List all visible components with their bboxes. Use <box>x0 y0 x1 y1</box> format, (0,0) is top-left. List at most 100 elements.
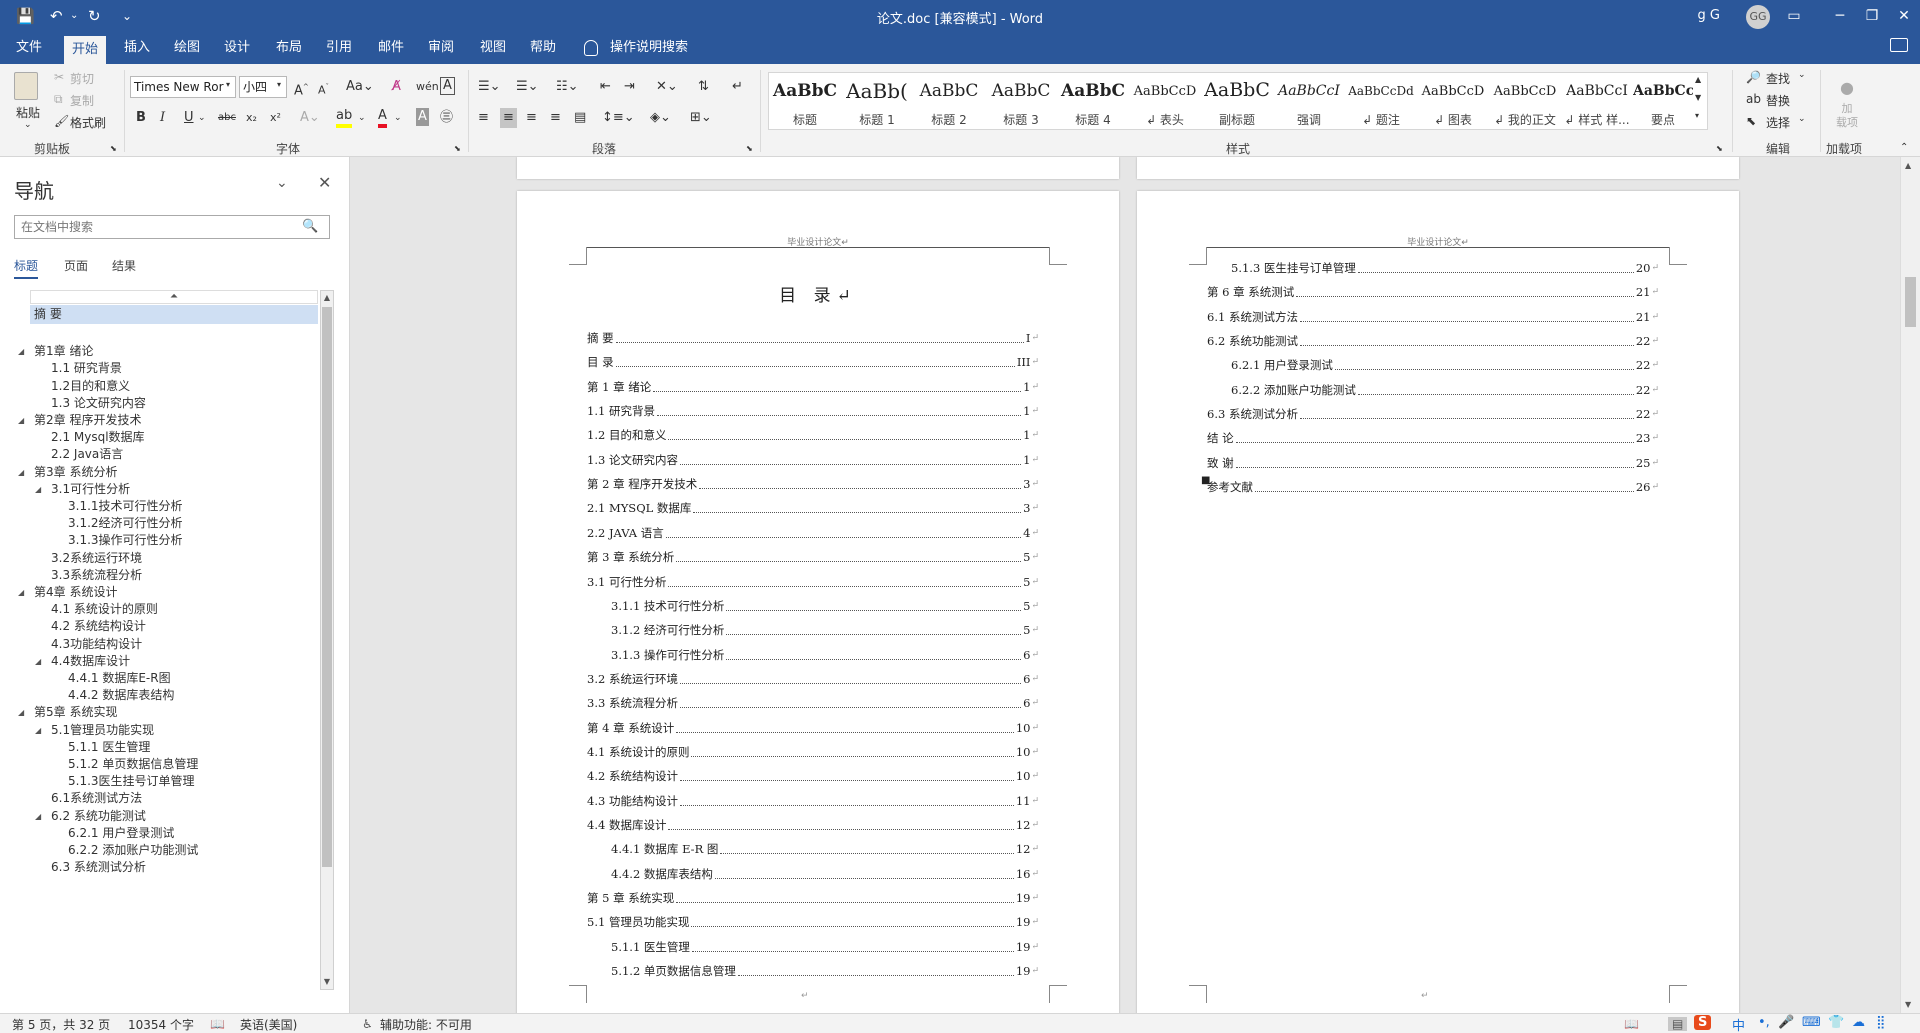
chinese-layout-icon[interactable]: ✕⌄ <box>656 77 678 97</box>
clipboard-launcher-icon[interactable]: ⬊ <box>110 144 117 153</box>
toc-entry[interactable]: 6.3 系统测试分析 22 ↵ <box>1207 405 1659 424</box>
expand-collapse-icon[interactable]: ◢ <box>18 583 24 602</box>
page-right[interactable]: 毕业设计论文↵ 5.1.3 医生挂号订单管理 20 ↵ 第 6 章 系统测试 21 ↵ 6.… <box>1137 191 1739 1013</box>
grow-font-icon[interactable]: A^ <box>294 77 309 98</box>
replace-button[interactable]: 替换 <box>1766 92 1790 109</box>
style-item[interactable]: AaBbCcD ↲ 图表 <box>1417 73 1489 131</box>
microphone-icon[interactable]: 🎤 <box>1778 1015 1794 1030</box>
accessibility-icon[interactable]: ♿ <box>362 1017 373 1031</box>
style-item[interactable]: AaBbCcl 要点 <box>1633 73 1693 131</box>
borders-icon[interactable]: ⊞⌄ <box>690 108 712 128</box>
shrink-font-icon[interactable]: Aˇ <box>318 77 329 97</box>
style-item[interactable]: AaBb( 标题 1 <box>841 73 913 131</box>
tell-me-search[interactable]: 操作说明搜索 <box>610 32 688 64</box>
ime-menu-icon[interactable]: ⣿ <box>1876 1015 1886 1030</box>
ime-chinese-icon[interactable]: 中 <box>1732 1015 1745 1033</box>
toc-entry[interactable]: 6.2.1 用户登录测试 22 ↵ <box>1231 356 1659 375</box>
nav-heading-item[interactable]: 3.1.3操作可行性分析 <box>16 531 318 550</box>
nav-heading-item[interactable]: ◢ 第3章 系统分析 <box>16 463 318 482</box>
toc-entry[interactable]: 3.2 系统运行环境 6 ↵ <box>587 670 1039 689</box>
page-count[interactable]: 第 5 页，共 32 页 <box>12 1016 110 1033</box>
nav-scrollbar[interactable]: ▲ ▼ <box>320 290 334 990</box>
font-name-box[interactable]: Times New Ror <box>130 76 236 98</box>
toc-entry[interactable]: 3.3 系统流程分析 6 ↵ <box>587 694 1039 713</box>
accessibility-status[interactable]: 辅助功能: 不可用 <box>380 1016 472 1033</box>
nav-tab-pages[interactable]: 页面 <box>64 257 88 274</box>
toc-entry[interactable]: 6.2.2 添加账户功能测试 22 ↵ <box>1231 381 1659 400</box>
select-dropdown-icon[interactable]: ⌄ <box>1798 114 1806 124</box>
toc-entry[interactable]: 第 5 章 系统实现 19 ↵ <box>587 889 1039 908</box>
distributed-icon[interactable]: ▤ <box>574 108 586 128</box>
toc-entry[interactable]: 3.1.1 技术可行性分析 5 ↵ <box>611 597 1039 616</box>
nav-heading-item[interactable]: 3.1.1技术可行性分析 <box>16 497 318 516</box>
nav-options-icon[interactable]: ⌄ <box>276 175 288 191</box>
paste-icon[interactable] <box>14 72 38 100</box>
nav-heading-item[interactable]: 3.3系统流程分析 <box>16 566 318 585</box>
toc-entry[interactable]: 5.1.1 医生管理 19 ↵ <box>611 938 1039 957</box>
toc-entry[interactable]: 1.2 目的和意义 1 ↵ <box>587 426 1039 445</box>
user-name[interactable]: g G <box>1698 8 1720 23</box>
ime-logo-icon[interactable]: S <box>1694 1015 1712 1030</box>
toc-entry[interactable]: 第 4 章 系统设计 10 ↵ <box>587 719 1039 738</box>
nav-heading-item[interactable]: 4.3功能结构设计 <box>16 635 318 654</box>
nav-heading-item[interactable]: 4.1 系统设计的原则 <box>16 600 318 619</box>
minimize-icon[interactable]: ─ <box>1826 4 1854 28</box>
subscript-icon[interactable]: x₂ <box>246 108 257 128</box>
nav-heading-item[interactable]: ◢ 5.1管理员功能实现 <box>16 721 318 740</box>
style-item[interactable]: AaBbC 副标题 <box>1201 73 1273 131</box>
nav-search-input[interactable]: 在文档中搜索 <box>14 215 330 239</box>
expand-collapse-icon[interactable]: ◢ <box>18 703 24 722</box>
toc-entry[interactable]: 第 2 章 程序开发技术 3 ↵ <box>587 475 1039 494</box>
multilevel-list-icon[interactable]: ☷⌄ <box>556 77 579 97</box>
cloud-icon[interactable]: ☁ <box>1852 1015 1865 1030</box>
nav-heading-item[interactable]: ◢ 6.2 系统功能测试 <box>16 807 318 826</box>
nav-heading-item[interactable]: 1.1 研究背景 <box>16 359 318 378</box>
tab-references[interactable]: 引用 <box>318 32 360 64</box>
collapse-all-button[interactable]: ⏶ <box>30 290 318 304</box>
tab-help[interactable]: 帮助 <box>522 32 564 64</box>
toc-entry[interactable]: 结 论 23 ↵ <box>1207 429 1659 448</box>
expand-collapse-icon[interactable]: ◢ <box>18 463 24 482</box>
word-count[interactable]: 10354 个字 <box>128 1016 194 1033</box>
comments-icon[interactable] <box>1890 38 1908 52</box>
print-layout-icon[interactable]: ▤ <box>1668 1017 1688 1031</box>
italic-icon[interactable]: I <box>160 108 165 128</box>
nav-heading-item[interactable]: ◢ 3.1可行性分析 <box>16 480 318 499</box>
document-scroll-thumb[interactable] <box>1905 277 1916 327</box>
nav-heading-item[interactable]: 6.2.1 用户登录测试 <box>16 824 318 843</box>
expand-collapse-icon[interactable]: ◢ <box>35 721 41 740</box>
paste-dropdown-icon[interactable]: ⌄ <box>24 120 32 130</box>
nav-scroll-thumb[interactable] <box>322 307 332 867</box>
toc-entry[interactable]: 6.2 系统功能测试 22 ↵ <box>1207 332 1659 351</box>
numbering-icon[interactable]: ☰⌄ <box>516 77 539 97</box>
highlight-dropdown-icon[interactable]: ⌄ <box>358 108 366 128</box>
expand-collapse-icon[interactable]: ◢ <box>18 411 24 430</box>
style-item[interactable]: AaBbC 标题 4 <box>1057 73 1129 131</box>
clear-formatting-icon[interactable]: A̸ <box>392 77 401 97</box>
toc-entry[interactable]: 致 谢 25 ↵ <box>1207 454 1659 473</box>
tab-insert[interactable]: 插入 <box>116 32 158 64</box>
search-icon[interactable]: 🔍 <box>302 219 318 234</box>
toc-entry[interactable]: 4.4 数据库设计 12 ↵ <box>587 816 1039 835</box>
expand-collapse-icon[interactable]: ◢ <box>35 652 41 671</box>
enclose-characters-icon[interactable]: ㊂ <box>440 108 453 128</box>
nav-heading-item[interactable]: 4.2 系统结构设计 <box>16 617 318 636</box>
toc-entry[interactable]: 2.1 MYSQL 数据库 3 ↵ <box>587 499 1039 518</box>
tab-view[interactable]: 视图 <box>472 32 514 64</box>
nav-heading-item[interactable]: 4.4.1 数据库E-R图 <box>16 669 318 688</box>
toc-entry[interactable]: 5.1 管理员功能实现 19 ↵ <box>587 913 1039 932</box>
language-indicator[interactable]: 英语(美国) <box>240 1016 297 1033</box>
read-mode-icon[interactable]: 📖 <box>1624 1017 1639 1031</box>
highlight-icon[interactable]: ab <box>336 108 353 128</box>
tab-home[interactable]: 开始 <box>64 36 107 64</box>
nav-heading-item[interactable]: 1.2目的和意义 <box>16 377 318 396</box>
copy-button[interactable]: 复制 <box>70 92 94 109</box>
nav-heading-item[interactable]: 6.3 系统测试分析 <box>16 858 318 877</box>
styles-more-icon[interactable]: ▾ <box>1695 111 1699 120</box>
style-item[interactable]: AaBbCcI ↲ 样式 样... <box>1561 73 1633 131</box>
document-area[interactable]: 毕业设计论文↵ 目 录↵ 摘 要 I ↵ 目 录 III ↵ 第 1 章 绪论 1 ↵ 1.1 研… <box>351 157 1900 1013</box>
expand-collapse-icon[interactable]: ◢ <box>35 480 41 499</box>
nav-heading-item[interactable]: 4.4.2 数据库表结构 <box>16 686 318 705</box>
underline-dropdown-icon[interactable]: ⌄ <box>198 108 206 128</box>
nav-tab-results[interactable]: 结果 <box>112 257 136 274</box>
